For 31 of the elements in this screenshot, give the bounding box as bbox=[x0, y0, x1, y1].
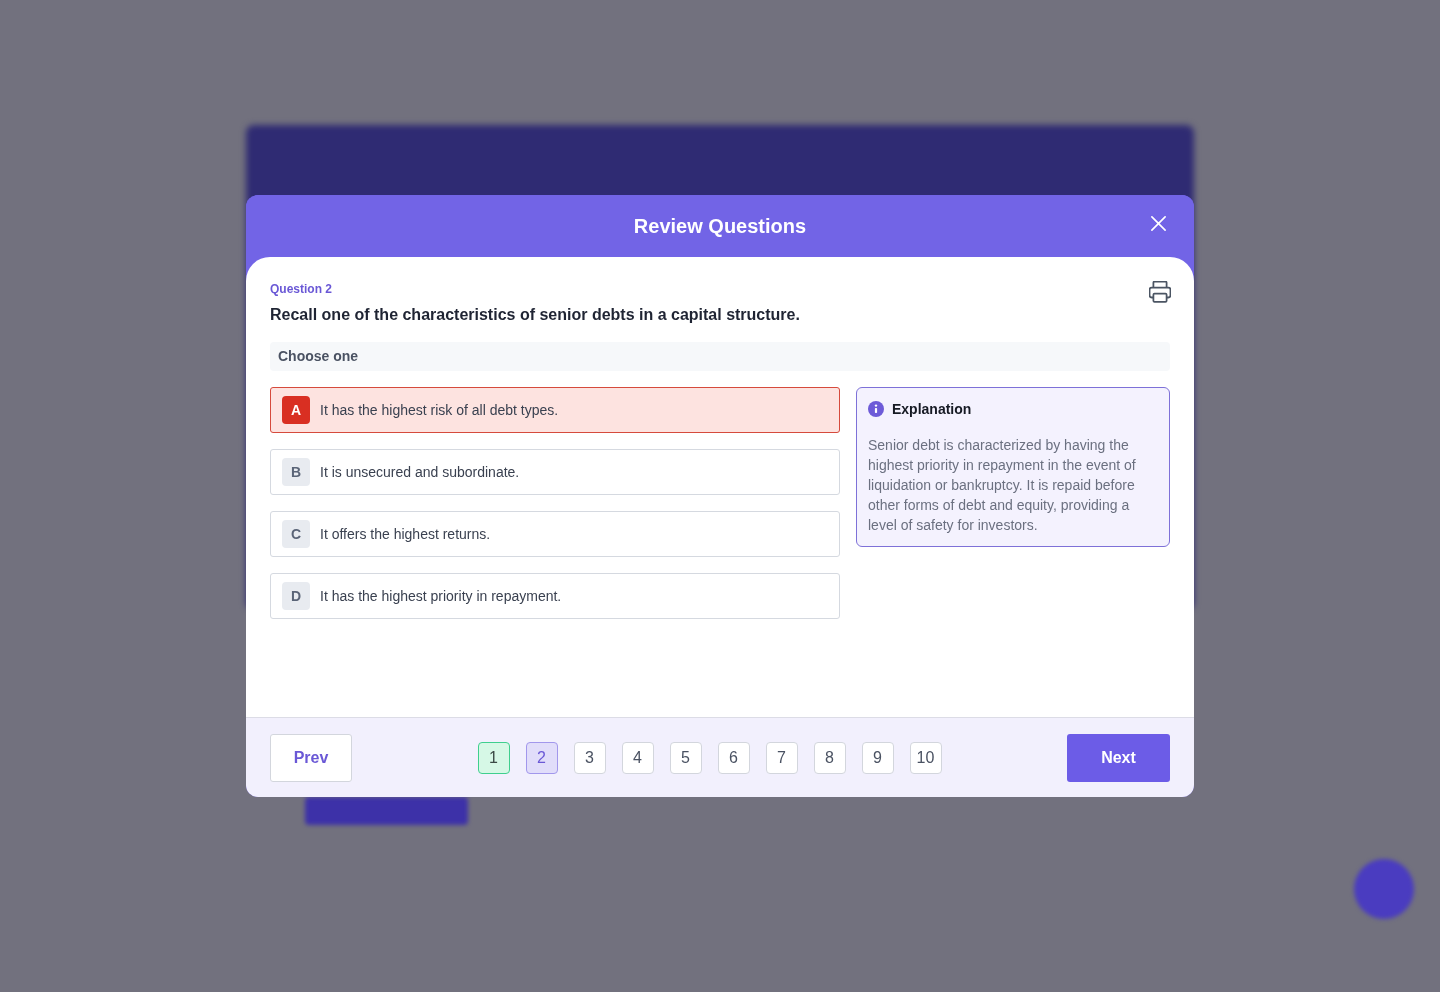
page-button[interactable]: 1 bbox=[477, 741, 510, 774]
close-button[interactable] bbox=[1148, 213, 1168, 233]
print-button[interactable] bbox=[1149, 281, 1171, 303]
answer-option[interactable]: B It is unsecured and subordinate. bbox=[270, 449, 840, 495]
page-button[interactable]: 6 bbox=[717, 741, 750, 774]
option-letter: A bbox=[282, 396, 310, 424]
page-button[interactable]: 3 bbox=[573, 741, 606, 774]
prev-button[interactable]: Prev bbox=[270, 733, 352, 782]
answer-option[interactable]: D It has the highest priority in repayment. bbox=[270, 573, 840, 619]
next-button[interactable]: Next bbox=[1067, 733, 1170, 782]
option-letter: B bbox=[282, 458, 310, 486]
page-button[interactable]: 7 bbox=[765, 741, 798, 774]
dialog-title: Review Questions bbox=[633, 214, 807, 239]
question-text: Recall one of the characteristics of senior debts in a capital structure. bbox=[270, 305, 800, 325]
explanation-title: Explanation bbox=[892, 401, 972, 417]
close-icon bbox=[1149, 214, 1167, 232]
page-button[interactable]: 2 bbox=[525, 741, 558, 774]
answer-option[interactable]: A It has the highest risk of all debt types. bbox=[270, 387, 840, 433]
page-button[interactable]: 8 bbox=[813, 741, 846, 774]
page-button[interactable]: 4 bbox=[621, 741, 654, 774]
instruction-label: Choose one bbox=[270, 342, 1170, 371]
question-number: Question 2 bbox=[270, 281, 333, 297]
page-button[interactable]: 5 bbox=[669, 741, 702, 774]
printer-icon bbox=[1149, 281, 1171, 303]
page-button[interactable]: 10 bbox=[909, 741, 942, 774]
explanation-text: Senior debt is characterized by having the highest priority in repayment in the event of liquidation or bankruptcy. It is repaid before other forms of debt and equity, providing a level of safety for investors. bbox=[868, 436, 1137, 535]
option-letter: C bbox=[282, 520, 310, 548]
info-icon bbox=[868, 401, 884, 417]
answer-option[interactable]: C It offers the highest returns. bbox=[270, 511, 840, 557]
page-button[interactable]: 9 bbox=[861, 741, 894, 774]
option-letter: D bbox=[282, 582, 310, 610]
